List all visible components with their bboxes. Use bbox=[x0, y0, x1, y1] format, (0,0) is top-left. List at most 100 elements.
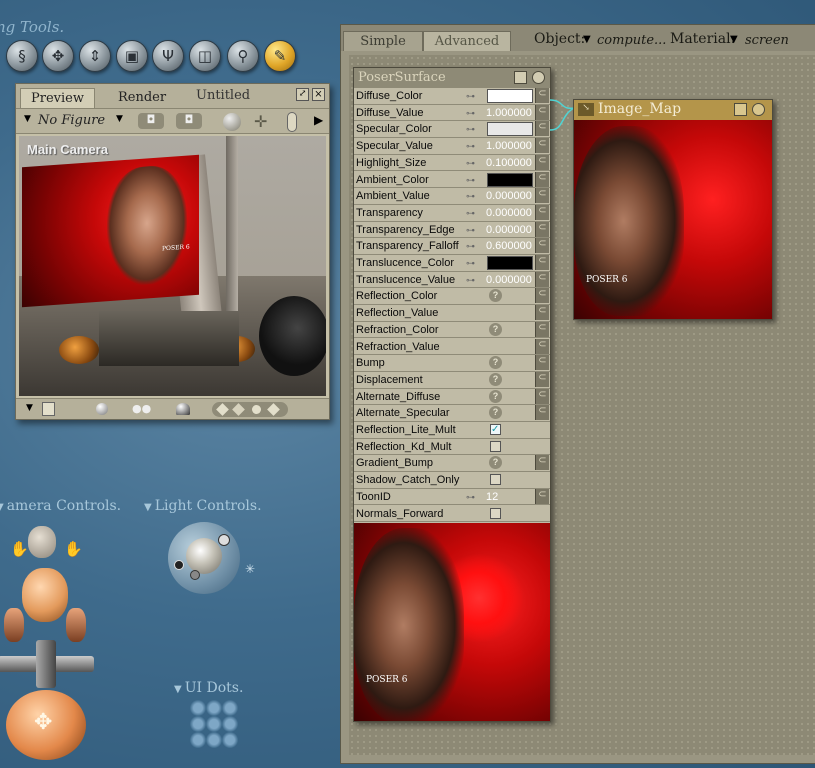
plug-icon[interactable]: ⊂ bbox=[535, 154, 549, 170]
move-camera-control[interactable] bbox=[0, 640, 98, 688]
param-checkbox[interactable] bbox=[490, 440, 501, 452]
chevron-right-icon[interactable]: ▶ bbox=[314, 113, 323, 127]
move-z-icon[interactable] bbox=[287, 112, 297, 132]
plug-icon[interactable]: ⊂ bbox=[535, 338, 549, 354]
link-icon[interactable]: ⊶ bbox=[466, 492, 486, 503]
right-hand-icon[interactable]: ✋ bbox=[64, 540, 83, 558]
link-icon[interactable]: ⊶ bbox=[466, 141, 486, 152]
head-camera-icon[interactable] bbox=[28, 526, 56, 558]
dots-icon[interactable]: ●● bbox=[132, 402, 151, 415]
plug-icon[interactable]: ⊂ bbox=[535, 121, 549, 137]
figure-dropdown-icon[interactable]: ▼ bbox=[24, 114, 31, 124]
plug-icon[interactable]: ⊂ bbox=[535, 88, 549, 103]
eyedropper-icon[interactable]: ✎ bbox=[264, 40, 296, 72]
tab-simple[interactable]: Simple bbox=[343, 31, 423, 51]
param-value[interactable]: 12 bbox=[486, 491, 498, 503]
frame-icon[interactable]: ◫ bbox=[189, 40, 221, 72]
right-hand-camera-icon[interactable] bbox=[66, 608, 86, 642]
object-select[interactable]: compute... bbox=[597, 33, 666, 48]
light-1-icon[interactable] bbox=[218, 534, 230, 546]
zoom-icon[interactable]: ⚲ bbox=[227, 40, 259, 72]
param-checkbox[interactable] bbox=[490, 507, 501, 519]
resize-icon[interactable]: ⤢ bbox=[296, 88, 309, 101]
camera-dropdown-icon[interactable]: ▼ bbox=[116, 114, 123, 124]
param-checkbox[interactable] bbox=[490, 474, 501, 486]
close-icon[interactable]: × bbox=[312, 88, 325, 101]
image-map-eye-icon[interactable] bbox=[752, 103, 765, 116]
plug-icon[interactable]: ⊂ bbox=[535, 455, 549, 471]
eye-icon[interactable] bbox=[532, 71, 545, 84]
camera-icon[interactable]: ◘ bbox=[138, 113, 164, 129]
face-camera-icon[interactable] bbox=[22, 568, 68, 622]
plug-icon[interactable]: ⊂ bbox=[535, 204, 549, 220]
camera2-icon[interactable]: ◘ bbox=[176, 113, 202, 129]
trackball-camera-icon[interactable]: ✥ bbox=[6, 690, 86, 760]
camera-controls-arrow-icon[interactable]: ▼ bbox=[0, 502, 4, 513]
ground-icon[interactable] bbox=[176, 403, 190, 415]
color-swatch[interactable] bbox=[487, 122, 533, 137]
link-icon[interactable]: ⊶ bbox=[466, 241, 486, 252]
link-icon[interactable]: ⊶ bbox=[466, 191, 486, 202]
link-icon[interactable]: ⊶ bbox=[466, 91, 486, 102]
param-value[interactable]: 1.000000 bbox=[486, 107, 532, 119]
light-3-icon[interactable] bbox=[190, 570, 200, 580]
help-icon[interactable]: ? bbox=[489, 389, 502, 403]
tab-preview[interactable]: Preview bbox=[20, 88, 95, 108]
light-controls-arrow-icon[interactable]: ▼ bbox=[144, 502, 152, 513]
style-selector[interactable] bbox=[212, 402, 288, 417]
param-value[interactable]: 0.000000 bbox=[486, 274, 532, 286]
param-value[interactable]: 1.000000 bbox=[486, 140, 532, 152]
plug-icon[interactable]: ⊂ bbox=[535, 255, 549, 270]
sphere-icon[interactable] bbox=[96, 403, 108, 415]
material-dropdown-icon[interactable]: ▼ bbox=[730, 34, 738, 45]
help-icon[interactable]: ? bbox=[489, 456, 502, 470]
help-icon[interactable]: ? bbox=[489, 322, 502, 336]
plug-icon[interactable]: ⊂ bbox=[535, 405, 549, 421]
color-swatch[interactable] bbox=[487, 89, 533, 103]
plug-icon[interactable]: ⊂ bbox=[535, 238, 549, 254]
move-icon[interactable]: ✥ bbox=[42, 40, 74, 72]
link-icon[interactable]: ⊶ bbox=[466, 275, 486, 286]
plug-icon[interactable]: ⊂ bbox=[535, 371, 549, 387]
color-swatch[interactable] bbox=[487, 172, 533, 187]
object-dropdown-icon[interactable]: ▼ bbox=[583, 34, 591, 45]
param-checkbox[interactable]: ✓ bbox=[490, 424, 501, 435]
plug-icon[interactable]: ⊂ bbox=[535, 138, 549, 154]
plug-icon[interactable]: ⊂ bbox=[535, 488, 549, 504]
link-icon[interactable]: ⊶ bbox=[466, 175, 486, 186]
scale-icon[interactable]: ⇕ bbox=[79, 40, 111, 72]
color-swatch[interactable] bbox=[487, 256, 533, 270]
poser-surface-node[interactable]: PoserSurface Diffuse_Color ⊶ ⊂ Diffuse_Valu… bbox=[353, 67, 551, 722]
plug-icon[interactable]: ⊂ bbox=[535, 355, 549, 371]
left-hand-icon[interactable]: ✋ bbox=[10, 540, 29, 558]
help-icon[interactable]: ? bbox=[489, 356, 502, 370]
help-icon[interactable]: ? bbox=[489, 406, 502, 420]
image-map-minimize-icon[interactable] bbox=[734, 103, 747, 116]
param-value[interactable]: 0.000000 bbox=[486, 224, 532, 236]
param-value[interactable]: 0.000000 bbox=[486, 207, 532, 219]
help-icon[interactable]: ? bbox=[489, 372, 502, 386]
plug-icon[interactable]: ⊂ bbox=[535, 188, 549, 204]
ui-dots-arrow-icon[interactable]: ▼ bbox=[174, 684, 182, 695]
move-xy-icon[interactable]: ✛ bbox=[254, 112, 267, 131]
tab-render[interactable]: Render bbox=[108, 88, 176, 108]
spiral-icon[interactable]: § bbox=[6, 40, 38, 72]
light-add-icon[interactable]: ✳ bbox=[245, 562, 255, 576]
plug-icon[interactable]: ⊂ bbox=[535, 104, 549, 120]
figure-select[interactable]: No Figure bbox=[38, 113, 105, 128]
plug-icon[interactable]: ⊂ bbox=[535, 221, 549, 237]
link-icon[interactable]: ⊶ bbox=[466, 158, 486, 169]
link-icon[interactable]: ⊶ bbox=[466, 108, 486, 119]
display-dropdown-icon[interactable]: ▼ bbox=[26, 403, 33, 413]
plug-icon[interactable]: ⊂ bbox=[535, 305, 549, 321]
minimize-icon[interactable] bbox=[514, 71, 527, 84]
doc-icon[interactable] bbox=[42, 402, 55, 416]
link-icon[interactable]: ⊶ bbox=[466, 225, 486, 236]
plug-icon[interactable]: ⊂ bbox=[535, 321, 549, 337]
link-icon[interactable]: ⊶ bbox=[466, 124, 486, 135]
plug-icon[interactable]: ⊂ bbox=[535, 171, 549, 187]
taper-icon[interactable]: Ψ bbox=[152, 40, 184, 72]
light-2-icon[interactable] bbox=[174, 560, 184, 570]
left-hand-camera-icon[interactable] bbox=[4, 608, 24, 642]
help-icon[interactable]: ? bbox=[489, 289, 502, 303]
